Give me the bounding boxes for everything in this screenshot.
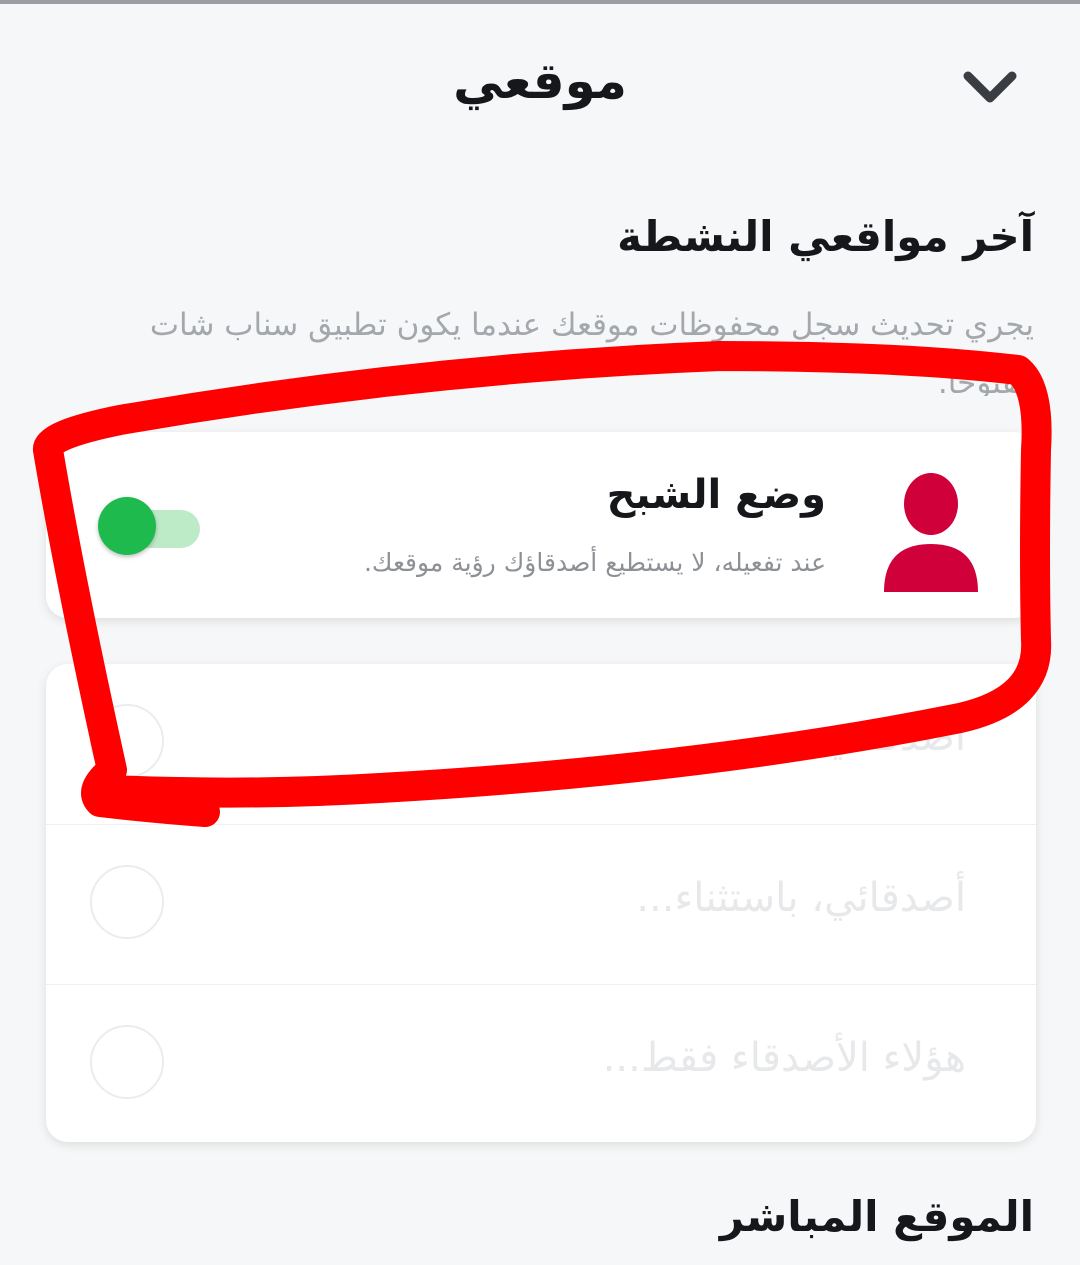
active-locations-title: آخر مواقعي النشطة (617, 212, 1034, 261)
ghost-mode-card: وضع الشبح عند تفعيله، لا يستطيع أصدقاؤك … (46, 432, 1036, 618)
active-locations-description: يجري تحديث سجل محفوظات موقعك عندما يكون … (149, 307, 1034, 396)
radio-button[interactable] (90, 865, 164, 939)
share-option-label: هؤلاء الأصدقاء فقط... (602, 1035, 966, 1081)
share-option-my-friends[interactable]: أصدقائي (46, 664, 1036, 824)
status-divider (0, 0, 1080, 4)
toggle-knob (98, 497, 156, 555)
radio-button[interactable] (90, 704, 164, 778)
share-option-label: أصدقائي (824, 714, 966, 760)
share-options-card: أصدقائي أصدقائي، باستثناء... هؤلاء الأصد… (46, 664, 1036, 1142)
share-option-friends-except[interactable]: أصدقائي، باستثناء... (46, 824, 1036, 985)
ghost-mode-description: عند تفعيله، لا يستطيع أصدقاؤك رؤية موقعك… (363, 548, 826, 577)
page-title: موقعي (453, 52, 627, 110)
ghost-mode-title: وضع الشبح (606, 472, 826, 518)
share-option-only-these-friends[interactable]: هؤلاء الأصدقاء فقط... (46, 984, 1036, 1145)
share-option-label: أصدقائي، باستثناء... (636, 875, 966, 921)
chevron-down-icon[interactable] (958, 62, 1022, 112)
live-location-title: الموقع المباشر (719, 1192, 1034, 1241)
user-silhouette-icon (884, 473, 978, 592)
radio-button[interactable] (90, 1025, 164, 1099)
ghost-mode-toggle[interactable] (98, 494, 204, 558)
